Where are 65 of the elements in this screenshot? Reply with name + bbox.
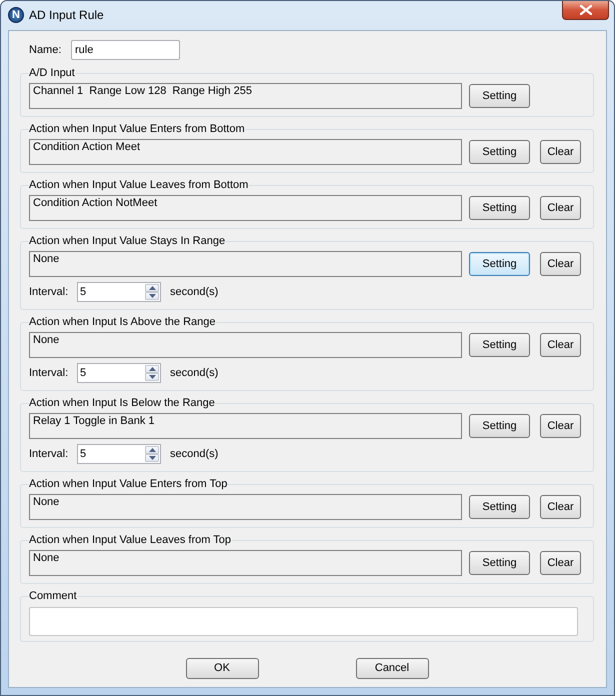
interval-unit: second(s) [170, 286, 218, 298]
action-display-field[interactable]: None [29, 251, 462, 277]
comment-field[interactable] [29, 607, 578, 636]
action-display-field[interactable]: Relay 1 Toggle in Bank 1 [29, 413, 462, 439]
interval-field[interactable]: 5 [78, 283, 144, 301]
action-display-field[interactable]: Channel 1 Range Low 128 Range High 255 [29, 83, 462, 109]
interval-spinner[interactable]: 5 [77, 363, 161, 383]
setting-button[interactable]: Setting [469, 84, 530, 108]
app-logo: N [8, 7, 24, 23]
setting-button[interactable]: Setting [469, 196, 530, 220]
window-title: AD Input Rule [29, 8, 104, 23]
interval-label: Interval: [29, 366, 70, 380]
caret-up-icon [148, 367, 156, 371]
section-title: Action when Input Value Enters from Top [29, 478, 228, 491]
caret-down-icon [148, 375, 156, 379]
comment-title: Comment [29, 590, 77, 603]
clear-button[interactable]: Clear [540, 551, 581, 575]
section-title: Action when Input Value Enters from Bottom [29, 123, 245, 136]
section-title: Action when Input Is Below the Range [29, 397, 215, 410]
caret-down-icon [148, 294, 156, 298]
action-display-field[interactable]: None [29, 550, 462, 576]
clear-button[interactable]: Clear [540, 414, 581, 438]
caret-up-icon [148, 448, 156, 452]
section-title: Action when Input Value Leaves from Bottom [29, 179, 248, 192]
interval-label: Interval: [29, 448, 70, 460]
clear-button[interactable]: Clear [540, 252, 581, 276]
spin-up-button[interactable] [145, 365, 159, 373]
spin-down-button[interactable] [145, 454, 159, 462]
interval-unit: second(s) [170, 448, 218, 460]
action-display-field[interactable]: None [29, 332, 462, 358]
clear-button[interactable]: Clear [540, 495, 581, 519]
section-title: Action when Input Value Stays In Range [29, 235, 226, 248]
caret-down-icon [148, 456, 156, 460]
interval-spinner[interactable]: 5 [77, 282, 161, 302]
caret-up-icon [148, 286, 156, 290]
setting-button[interactable]: Setting [469, 252, 530, 276]
section-title: Action when Input Value Leaves from Top [29, 534, 231, 547]
clear-button[interactable]: Clear [540, 140, 581, 164]
dialog-button[interactable]: Cancel [356, 658, 428, 679]
section-title: A/D Input [29, 67, 75, 80]
action-display-field[interactable]: Condition Action NotMeet [29, 195, 462, 221]
action-display-field[interactable]: Condition Action Meet [29, 139, 462, 165]
clear-button[interactable]: Clear [540, 333, 581, 357]
interval-unit: second(s) [170, 366, 218, 380]
spin-down-button[interactable] [145, 373, 159, 381]
interval-field[interactable]: 5 [78, 364, 144, 382]
setting-button[interactable]: Setting [469, 333, 530, 357]
spin-up-button[interactable] [145, 446, 159, 454]
close-icon [580, 5, 592, 15]
interval-label: Interval: [29, 286, 70, 298]
clear-button[interactable]: Clear [540, 196, 581, 220]
setting-button[interactable]: Setting [469, 140, 530, 164]
section-title: Action when Input Is Above the Range [29, 316, 216, 329]
action-display-field[interactable]: None [29, 494, 462, 520]
spin-down-button[interactable] [145, 292, 159, 300]
interval-spinner[interactable]: 5 [77, 444, 161, 464]
interval-field[interactable]: 5 [78, 445, 144, 463]
setting-button[interactable]: Setting [469, 495, 530, 519]
spin-up-button[interactable] [145, 284, 159, 292]
setting-button[interactable]: Setting [469, 551, 530, 575]
name-label: Name: [29, 44, 62, 56]
dialog-button[interactable]: OK [186, 658, 258, 679]
close-button[interactable] [562, 1, 609, 20]
name-field[interactable]: rule [71, 40, 180, 60]
setting-button[interactable]: Setting [469, 414, 530, 438]
